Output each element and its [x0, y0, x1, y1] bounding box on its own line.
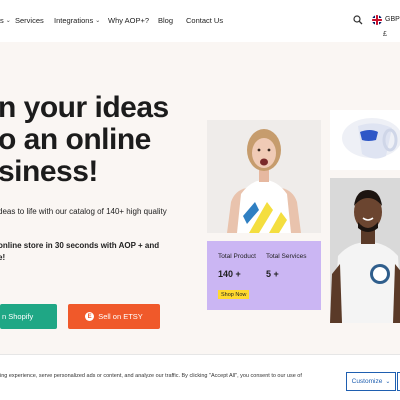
cookie-consent-banner: ing experience, serve personalized ads o… [0, 354, 400, 400]
hero-heading-line: o an online [0, 123, 151, 156]
nav-item-label: Services [15, 16, 44, 25]
cookie-consent-text: ing experience, serve personalized ads o… [0, 373, 302, 379]
hero-photo-woman [207, 120, 321, 233]
hero-subdescription-line: online store in 30 seconds with AOP + an… [0, 241, 160, 250]
nav-item-why-aop[interactable]: Why AOP+? [108, 16, 149, 25]
hero-subdescription-line: e! [0, 253, 6, 262]
button-label: Customize [351, 378, 383, 385]
top-navigation: s ⌄ Services Integrations ⌄ Why AOP+? Bl… [0, 0, 400, 42]
chevron-down-icon: ⌄ [5, 18, 11, 24]
uk-flag-icon[interactable] [372, 15, 382, 25]
nav-item-label: Why AOP+? [108, 16, 150, 25]
button-label: Sell on ETSY [98, 312, 143, 321]
hero-heading: n your ideas o an online siness! [0, 92, 198, 188]
nav-item-services[interactable]: Services [15, 16, 44, 25]
hero-heading-line: n your ideas [0, 91, 169, 124]
shop-now-button[interactable]: Shop Now [218, 290, 250, 299]
total-services-value: 5 + [266, 269, 279, 279]
hero-photo-man [330, 178, 400, 323]
total-product-label: Total Product [218, 253, 256, 260]
nav-item-label: Integrations [54, 16, 94, 25]
nav-item-label: s [0, 16, 4, 25]
mug-illustration [330, 110, 400, 170]
etsy-logo-icon: E [85, 312, 95, 321]
hero-heading-line: siness! [0, 155, 98, 188]
button-label: n Shopify [2, 312, 34, 321]
chevron-down-icon: ⌄ [95, 18, 101, 24]
sell-on-etsy-button[interactable]: E Sell on ETSY [68, 304, 160, 329]
currency-selector[interactable]: GBP [385, 16, 400, 23]
product-mug-image [330, 110, 400, 170]
total-services-label: Total Services [266, 253, 307, 260]
nav-item-integrations[interactable]: Integrations ⌄ [54, 16, 100, 25]
hero-subdescription: online store in 30 seconds with AOP + an… [0, 240, 178, 264]
nav-item-label: Blog [158, 16, 174, 25]
search-icon[interactable] [353, 15, 363, 25]
sell-on-shopify-button[interactable]: n Shopify [0, 304, 57, 329]
woman-illustration [207, 120, 321, 233]
nav-item-contact-us[interactable]: Contact Us [186, 16, 223, 25]
nav-item-label: Contact Us [186, 16, 224, 25]
chevron-down-icon: ⌄ [385, 379, 391, 385]
stats-card: Total Product Total Services 140 + 5 + S… [207, 241, 321, 310]
currency-symbol: £ [383, 31, 387, 38]
total-product-value: 140 + [218, 269, 241, 279]
nav-item-products[interactable]: s ⌄ [0, 16, 11, 25]
customize-cookies-button[interactable]: Customize ⌄ [346, 372, 396, 391]
nav-item-blog[interactable]: Blog [158, 16, 173, 25]
man-illustration [330, 178, 400, 323]
hero-description: deas to life with our catalog of 140+ hi… [0, 207, 167, 216]
